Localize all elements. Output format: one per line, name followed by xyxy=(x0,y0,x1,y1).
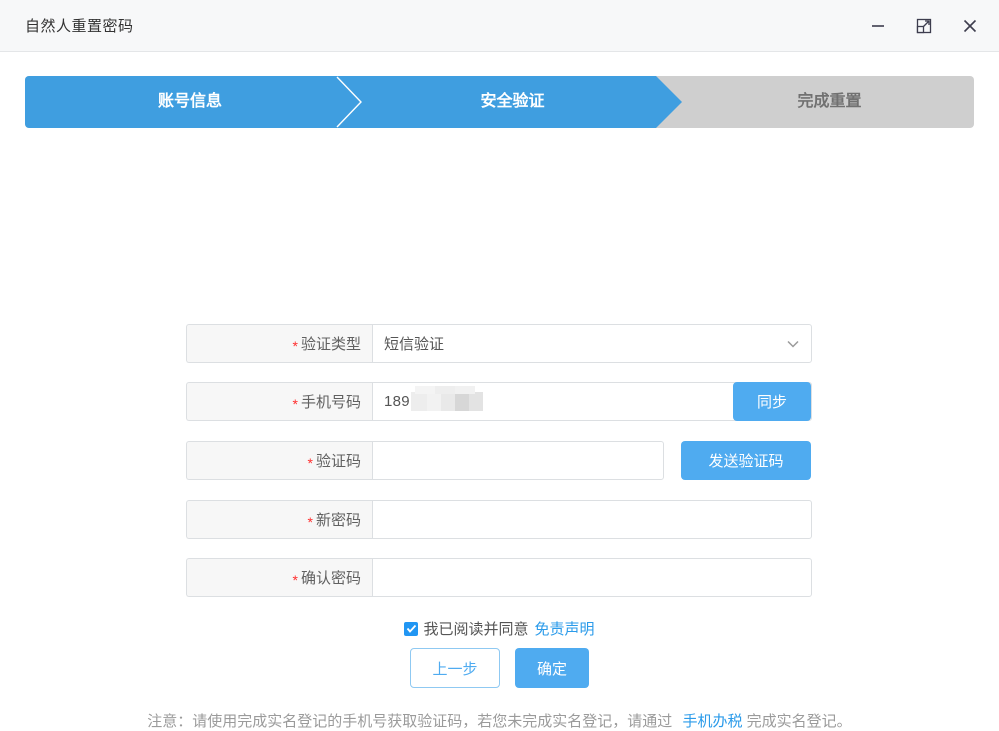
required-marker: * xyxy=(292,337,298,354)
form-row-new-password: * 新密码 xyxy=(186,500,812,539)
phone-label-text: 手机号码 xyxy=(300,394,361,411)
new-password-label: * 新密码 xyxy=(186,500,372,539)
phone-label: * 手机号码 xyxy=(186,382,372,421)
step-item-complete-reset[interactable]: 完成重置 xyxy=(685,76,974,128)
agreement-text: 我已阅读并同意 xyxy=(423,621,529,638)
maximize-icon xyxy=(915,17,933,35)
verify-type-label-text: 验证类型 xyxy=(300,336,361,353)
notice-part-1: 注意：请使用完成实名登记的手机号获取验证码，若您未完成实名登记，请通过 xyxy=(147,713,673,730)
form-row-code: * 验证码 xyxy=(186,441,664,480)
disclaimer-link[interactable]: 免责声明 xyxy=(535,618,595,639)
mobile-tax-link[interactable]: 手机办税 xyxy=(682,713,742,730)
step-progress-bar: 账号信息 安全验证 完成重置 xyxy=(25,76,974,128)
form-row-verify-type: * 验证类型 短信验证 xyxy=(186,324,812,363)
close-icon xyxy=(961,17,979,35)
window-titlebar: 自然人重置密码 xyxy=(0,0,999,52)
confirm-password-label: * 确认密码 xyxy=(186,558,372,597)
maximize-button[interactable] xyxy=(911,13,937,39)
notice-text: 注意：请使用完成实名登记的手机号获取验证码，若您未完成实名登记，请通过 手机办税… xyxy=(0,710,999,731)
phone-value: 189 xyxy=(384,393,410,410)
minimize-icon xyxy=(869,17,887,35)
confirm-button[interactable]: 确定 xyxy=(515,648,589,688)
new-password-input[interactable] xyxy=(372,500,812,539)
reset-password-form: * 验证类型 短信验证 * 手机号码 189 同步 * 验证码 发送验证码 * … xyxy=(0,158,999,730)
code-input[interactable] xyxy=(372,441,664,480)
step-item-security-verify[interactable]: 安全验证 xyxy=(365,76,660,128)
verify-type-label: * 验证类型 xyxy=(186,324,372,363)
sync-button[interactable]: 同步 xyxy=(733,382,811,421)
send-code-button[interactable]: 发送验证码 xyxy=(681,441,811,480)
check-icon xyxy=(406,623,417,634)
chevron-down-icon xyxy=(786,337,800,351)
new-password-label-text: 新密码 xyxy=(315,512,361,529)
code-label: * 验证码 xyxy=(186,441,372,480)
confirm-password-input[interactable] xyxy=(372,558,812,597)
agreement-row: 我已阅读并同意 免责声明 xyxy=(0,618,999,639)
verify-type-value: 短信验证 xyxy=(384,336,445,353)
previous-step-button[interactable]: 上一步 xyxy=(410,648,500,688)
form-actions: 上一步 确定 xyxy=(0,648,999,688)
phone-value-wrap: 189 xyxy=(384,386,483,411)
window-title: 自然人重置密码 xyxy=(25,18,134,35)
required-marker: * xyxy=(307,454,313,471)
notice-part-2: 完成实名登记。 xyxy=(746,713,852,730)
agreement-checkbox[interactable] xyxy=(404,621,419,636)
verify-type-select[interactable]: 短信验证 xyxy=(372,324,812,363)
form-row-phone: * 手机号码 189 xyxy=(186,382,812,421)
required-marker: * xyxy=(292,571,298,588)
step-item-account-info[interactable]: 账号信息 xyxy=(25,76,355,128)
close-button[interactable] xyxy=(957,13,983,39)
confirm-password-label-text: 确认密码 xyxy=(300,570,361,587)
phone-redaction-mask xyxy=(410,386,483,411)
required-marker: * xyxy=(292,395,298,412)
window-controls xyxy=(865,0,983,51)
form-row-confirm-password: * 确认密码 xyxy=(186,558,812,597)
code-label-text: 验证码 xyxy=(315,453,361,470)
required-marker: * xyxy=(307,513,313,530)
minimize-button[interactable] xyxy=(865,13,891,39)
